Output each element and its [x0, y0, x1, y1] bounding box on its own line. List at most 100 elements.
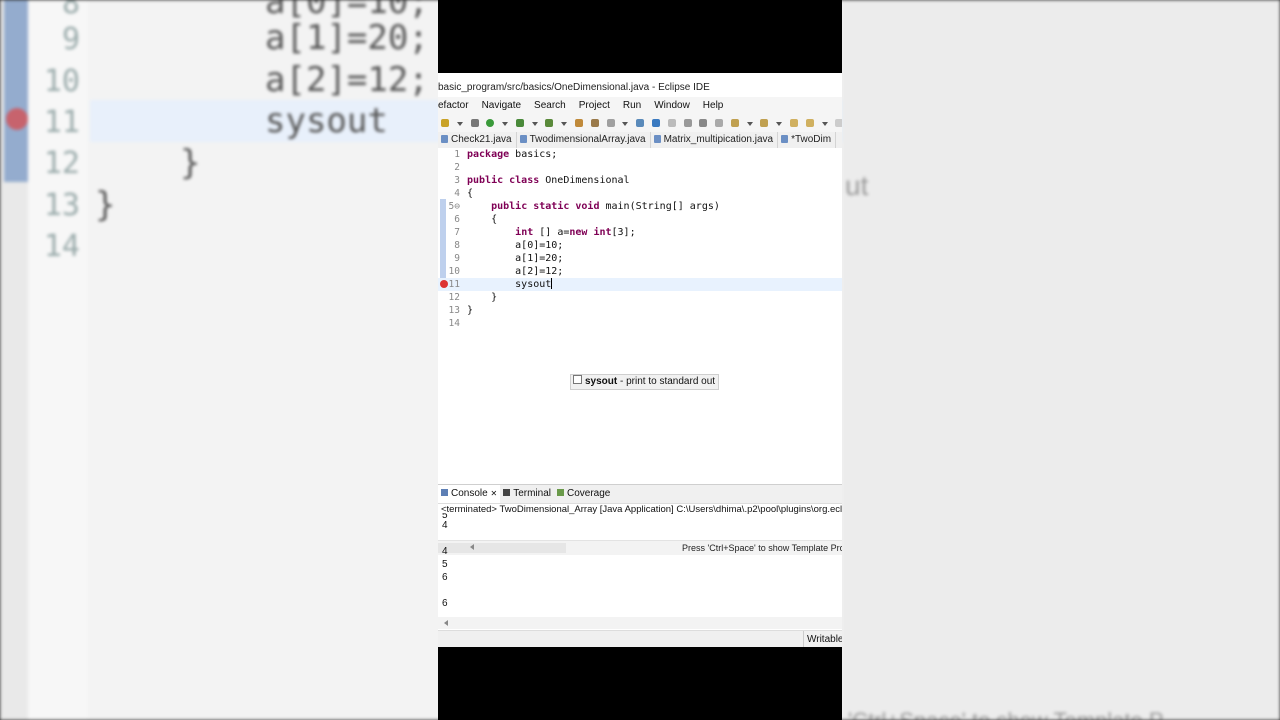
save-icon[interactable] [441, 119, 449, 127]
bg-code-line: } [180, 143, 201, 183]
next-dropdown-icon[interactable] [746, 122, 753, 126]
previous-annotation-icon[interactable] [760, 119, 769, 127]
line-number: 6 [454, 214, 460, 225]
tab-label: Console [451, 488, 488, 499]
console-output[interactable]: 5 4 4 5 6 6 [442, 513, 842, 610]
forward-icon[interactable] [835, 119, 842, 127]
tab-console[interactable]: Console ✕ [438, 485, 501, 503]
menu-refactor[interactable]: efactor [438, 97, 469, 115]
bg-line-number: 9 [61, 22, 80, 57]
tab-coverage[interactable]: Coverage [554, 485, 613, 503]
toggle-mark-icon[interactable] [651, 119, 660, 127]
bg-line-number: 13 [43, 188, 80, 223]
code-line: 1 package basics; [438, 148, 842, 161]
back-dropdown-icon[interactable] [821, 122, 828, 126]
code-line: 3 public class OneDimensional [438, 174, 842, 187]
code-line: 5⊖ public static void main(String[] args… [438, 200, 842, 213]
template-icon [573, 375, 582, 384]
back-icon[interactable] [805, 119, 814, 127]
scroll-left-icon[interactable] [444, 620, 448, 626]
coverage-dropdown-icon[interactable] [561, 122, 568, 126]
dropdown-arrow-icon[interactable] [456, 122, 463, 126]
console-tab-bar: Console ✕ Terminal Coverage [438, 484, 842, 504]
settings-icon[interactable] [470, 119, 479, 127]
line-number: 3 [454, 175, 460, 186]
bg-bottom-text: 'Ctrl+Space' to show Template P [848, 708, 1164, 720]
tab-terminal[interactable]: Terminal [500, 485, 554, 503]
bg-right-pane [842, 0, 1280, 720]
previous-dropdown-icon[interactable] [776, 122, 783, 126]
block-selection-icon[interactable] [683, 119, 692, 127]
code-line: 7 int [] a=new int[3]; [438, 226, 842, 239]
menu-help[interactable]: Help [703, 97, 724, 115]
code-line: 13} [438, 304, 842, 317]
tab-twodim[interactable]: *TwoDim [778, 132, 837, 148]
console-horizontal-scrollbar[interactable] [438, 617, 842, 629]
console-line: 4 [442, 546, 448, 557]
next-annotation-icon[interactable] [730, 119, 739, 127]
tab-check21[interactable]: Check21.java [438, 132, 517, 148]
code-line: 14 [438, 317, 842, 330]
run-dropdown-icon[interactable] [502, 122, 509, 126]
show-whitespace-icon[interactable] [699, 119, 708, 127]
bg-right-word: ut [845, 170, 869, 201]
java-file-icon [519, 135, 527, 143]
window-title: basic_program/src/basics/OneDimensional.… [438, 73, 842, 97]
menu-window[interactable]: Window [654, 97, 690, 115]
bg-error-icon [6, 108, 28, 130]
template-proposal[interactable]: sysout - print to standard out [570, 374, 720, 390]
line-number: 1 [454, 149, 460, 160]
editor-tab-bar: Check21.java TwodimensionalArray.java Matr… [438, 132, 842, 149]
debug-icon[interactable] [515, 119, 524, 127]
java-file-icon [781, 135, 789, 143]
new-package-icon[interactable] [575, 119, 584, 127]
tab-twodimensionalarray[interactable]: TwodimensionalArray.java [517, 132, 651, 148]
line-number: 5⊖ [448, 201, 460, 212]
code-text: } [467, 305, 474, 316]
proposal-keyword: sysout [585, 376, 618, 387]
java-file-icon [653, 135, 661, 143]
menu-navigate[interactable]: Navigate [482, 97, 521, 115]
console-line: 6 [442, 572, 448, 583]
open-type-icon[interactable] [606, 119, 615, 127]
line-number: 9 [454, 253, 460, 264]
last-edit-icon[interactable] [789, 119, 798, 127]
run-icon[interactable] [486, 119, 495, 127]
open-dropdown-icon[interactable] [622, 122, 629, 126]
debug-dropdown-icon[interactable] [531, 122, 538, 126]
code-line: 2 [438, 161, 842, 174]
code-text: } [467, 292, 498, 303]
bg-gutter-highlight [4, 0, 28, 182]
line-number: 11 [448, 279, 460, 290]
console-line: 4 [442, 520, 448, 531]
line-number: 4 [454, 188, 460, 199]
menu-run[interactable]: Run [623, 97, 641, 115]
menu-search[interactable]: Search [534, 97, 566, 115]
proposal-description: - print to standard out [617, 376, 716, 387]
coverage-icon[interactable] [545, 119, 554, 127]
menu-project[interactable]: Project [579, 97, 610, 115]
menu-bar: efactor Navigate Search Project Run Window Hel… [438, 97, 842, 115]
code-line: 4{ [438, 187, 842, 200]
code-text: a[1]=20; [467, 253, 564, 264]
line-number: 12 [448, 292, 460, 303]
line-number: 10 [448, 266, 460, 277]
code-text: package basics; [467, 149, 558, 160]
word-wrap-icon[interactable] [667, 119, 676, 127]
tab-label: Coverage [566, 488, 611, 499]
code-line: 9 a[1]=20; [438, 252, 842, 265]
tab-label: *TwoDim [791, 134, 832, 145]
coverage-icon [556, 489, 564, 496]
code-text: int [] a=new int[3]; [515, 227, 636, 238]
close-icon[interactable]: ✕ [490, 489, 497, 498]
bg-line-number: 14 [43, 229, 80, 264]
code-text: { [467, 188, 474, 199]
tab-matrix-multipication[interactable]: Matrix_multipication.java [651, 132, 779, 148]
new-class-icon[interactable] [590, 119, 599, 127]
code-line: 8 a[0]=10; [438, 239, 842, 252]
line-number: 2 [454, 162, 460, 173]
search-icon[interactable] [636, 119, 645, 127]
pilcrow-icon[interactable] [715, 119, 724, 127]
code-line: 6 { [438, 213, 842, 226]
